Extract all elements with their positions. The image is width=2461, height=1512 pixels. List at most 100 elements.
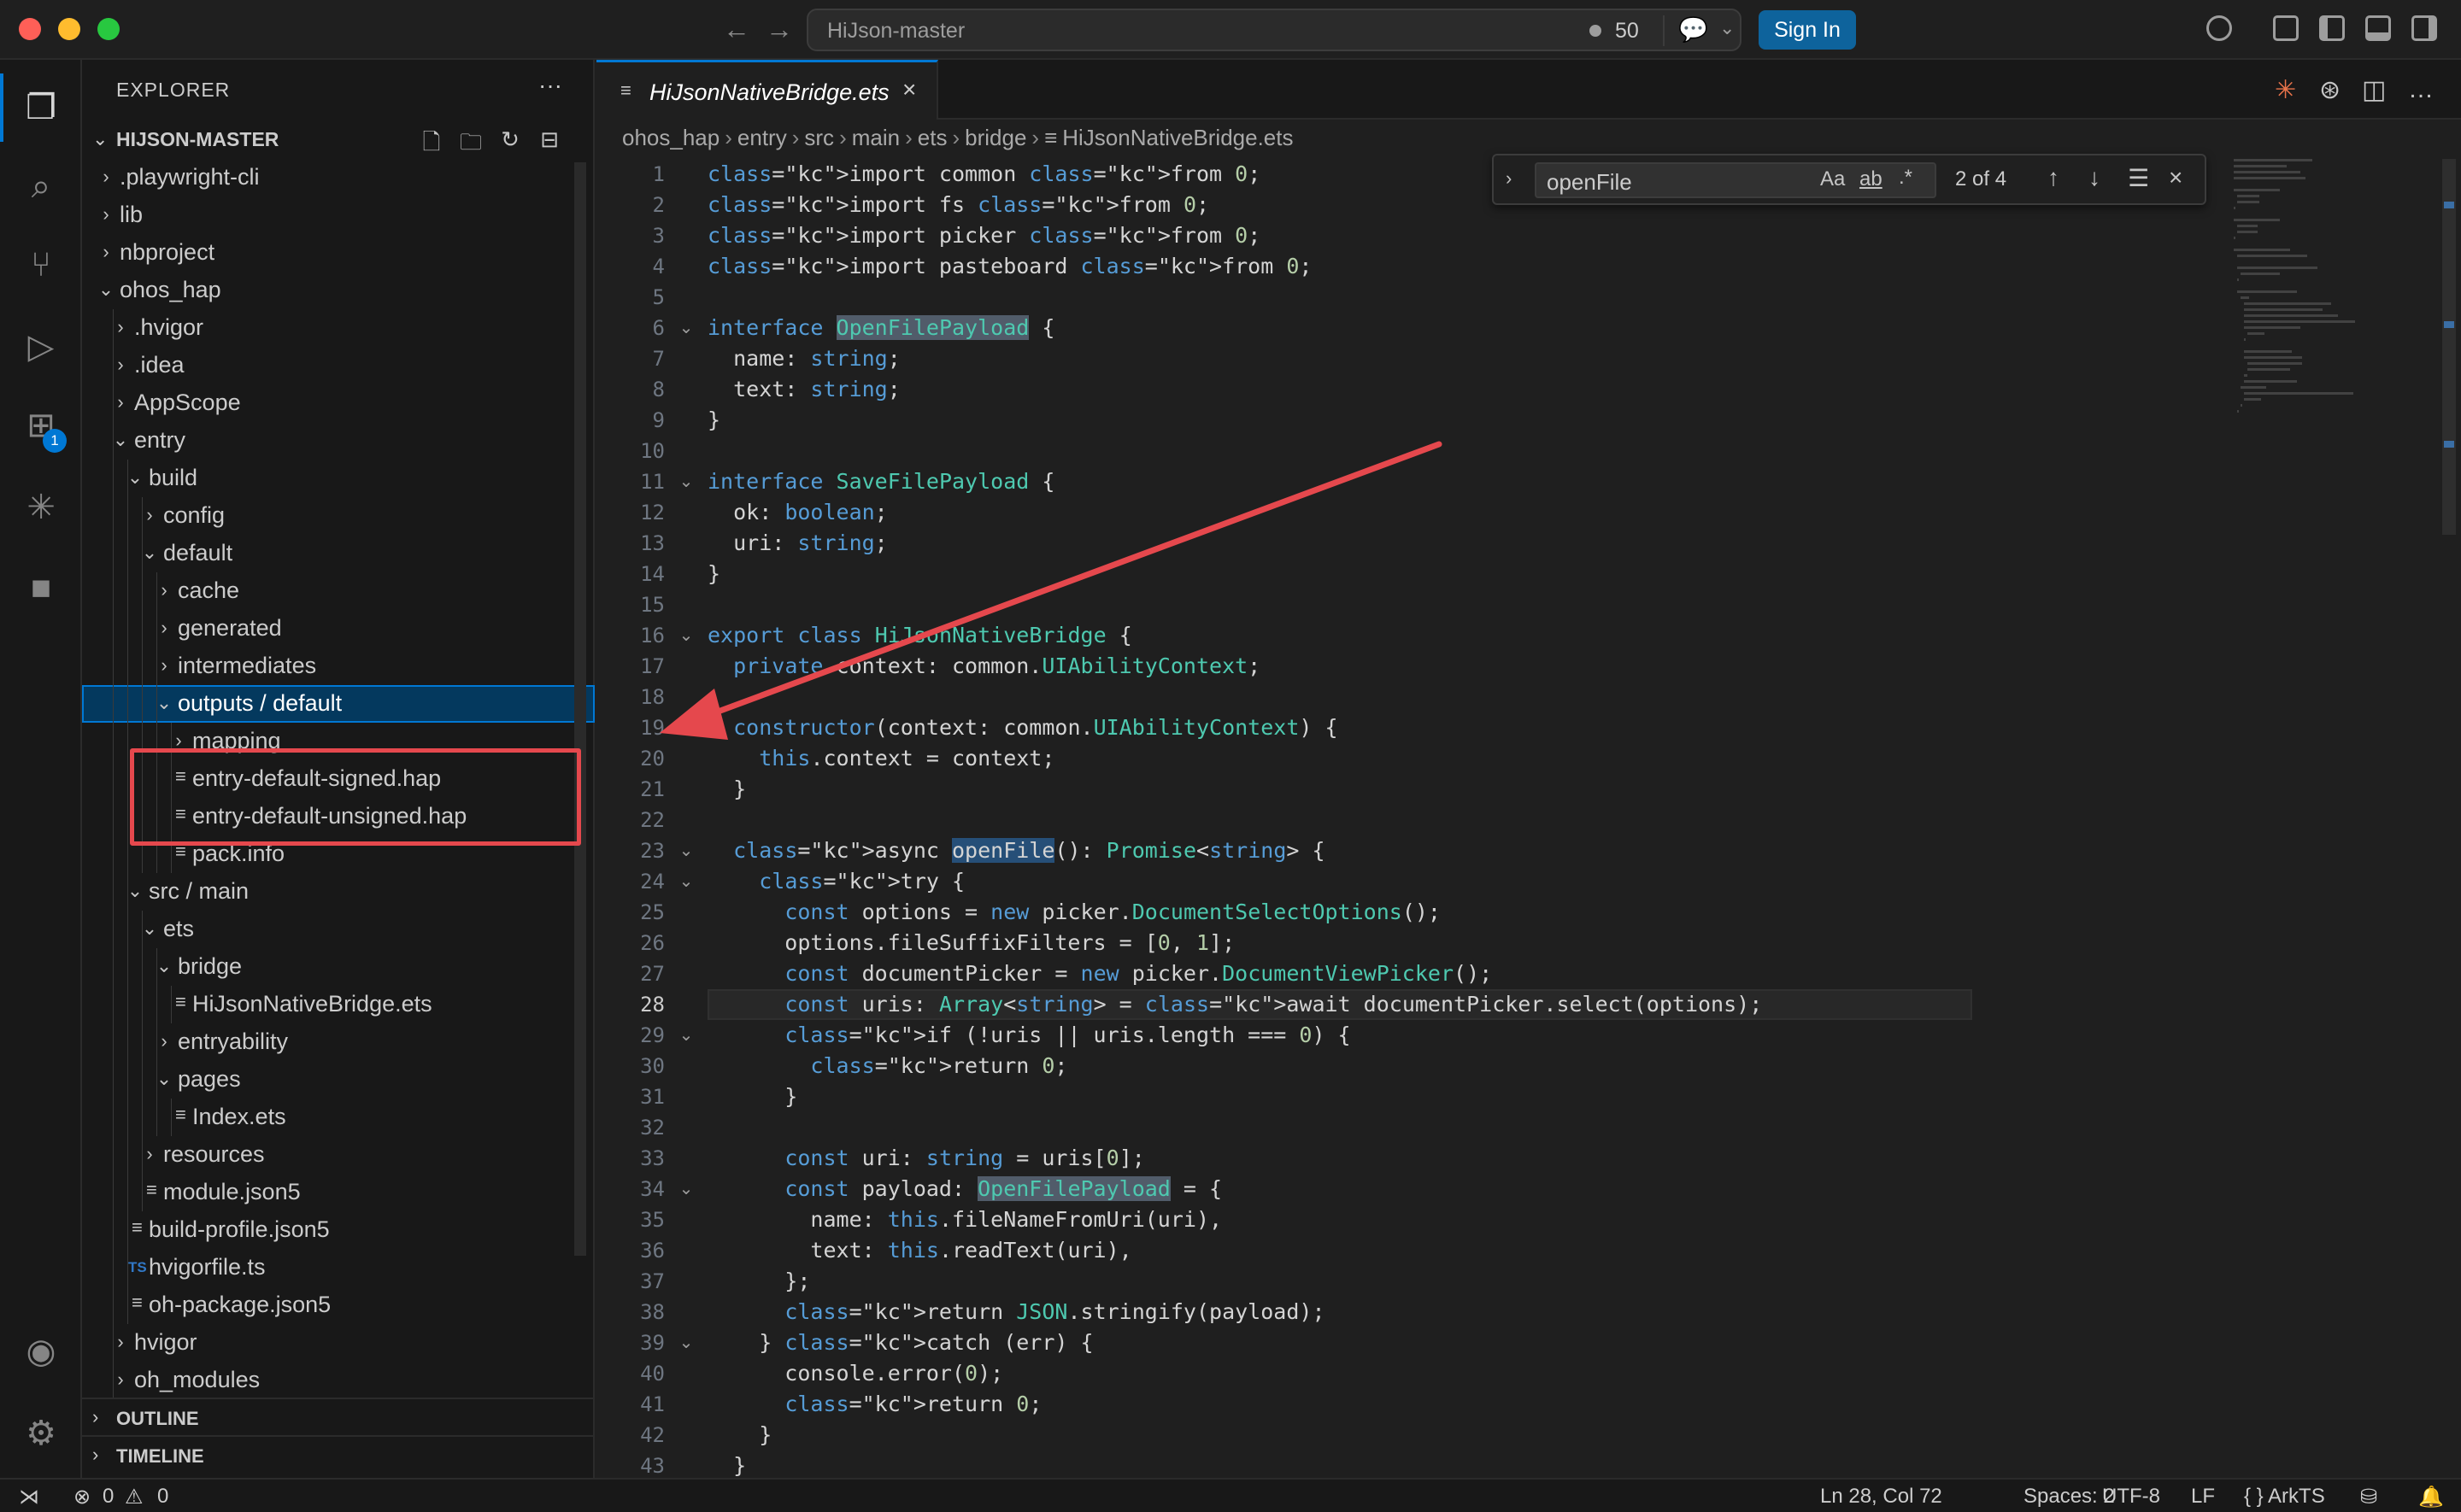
tree-folder[interactable]: ⌄ ets	[82, 911, 595, 948]
encoding[interactable]: UTF-8	[2102, 1485, 2160, 1509]
notifications-icon[interactable]: 🔔	[2418, 1485, 2444, 1509]
code-line[interactable]	[708, 282, 1972, 313]
code-line[interactable]	[708, 436, 1972, 466]
chat-icon[interactable]: 💬	[1678, 15, 1708, 44]
close-window-button[interactable]	[19, 18, 41, 40]
code-line[interactable]: class="kc">return 0;	[708, 1389, 1972, 1420]
tree-folder[interactable]: › .hvigor	[82, 309, 595, 347]
code-line[interactable]: };	[708, 1266, 1972, 1297]
code-line[interactable]: class="kc">return 0;	[708, 1051, 1972, 1081]
find-input[interactable]: openFile Aa ab .*	[1535, 162, 1936, 198]
toggle-secondary-sidebar-icon[interactable]	[2411, 15, 2437, 41]
error-icon[interactable]: ⊗	[73, 1485, 91, 1509]
editor-scrollbar[interactable]	[2442, 159, 2456, 535]
more-actions-icon[interactable]: …	[2408, 75, 2434, 104]
tree-folder[interactable]: › cache	[82, 572, 595, 610]
tree-folder[interactable]: ⌄ ohos_hap	[82, 272, 595, 309]
explorer-icon[interactable]: ❐	[21, 87, 62, 128]
tree-folder[interactable]: ⌄ src / main	[82, 873, 595, 911]
claude-icon[interactable]: ✳	[21, 487, 62, 528]
toggle-primary-sidebar-icon[interactable]	[2319, 15, 2345, 41]
match-whole-word-icon[interactable]: ab	[1859, 167, 1882, 191]
code-line[interactable]: this.context = context;	[708, 743, 1972, 774]
code-content[interactable]: class="kc">import common class="kc">from…	[708, 159, 1972, 1481]
code-line[interactable]: class="kc">import pasteboard class="kc">…	[708, 251, 1972, 282]
code-line[interactable]: }	[708, 1081, 1972, 1112]
indentation[interactable]: Spaces: 2	[2023, 1485, 2115, 1509]
forward-arrow-icon[interactable]: →	[766, 12, 793, 46]
breadcrumb-item[interactable]: entry	[737, 125, 787, 150]
breadcrumb-item[interactable]: HiJsonNativeBridge.ets	[1062, 125, 1293, 150]
code-line[interactable]	[708, 589, 1972, 620]
code-line[interactable]: name: this.fileNameFromUri(uri),	[708, 1204, 1972, 1235]
customize-layout-icon[interactable]	[2273, 15, 2299, 41]
tree-folder[interactable]: › config	[82, 497, 595, 535]
claude-icon[interactable]: ✳	[2275, 75, 2296, 105]
code-line[interactable]: const documentPicker = new picker.Docume…	[708, 958, 1972, 989]
tree-file[interactable]: ≡ module.json5	[82, 1174, 595, 1211]
find-in-selection-icon[interactable]: ☰	[2128, 164, 2149, 192]
code-line[interactable]: export class HiJsonNativeBridge {	[708, 620, 1972, 651]
collapse-all-icon[interactable]: ⊟	[537, 126, 562, 152]
tab-hijsonnativebridge[interactable]: ≡ HiJsonNativeBridge.ets ×	[596, 60, 938, 120]
tree-folder[interactable]: › nbproject	[82, 234, 595, 272]
code-line[interactable]: text: string;	[708, 374, 1972, 405]
code-line[interactable]: options.fileSuffixFilters = [0, 1];	[708, 928, 1972, 958]
tree-folder[interactable]: ⌄ pages	[82, 1061, 595, 1099]
code-line[interactable]: private context: common.UIAbilityContext…	[708, 651, 1972, 682]
workspace-root[interactable]: ⌄ HIJSON-MASTER 🗋 🗀 ↻ ⊟	[82, 121, 595, 159]
end-of-line[interactable]: LF	[2191, 1485, 2215, 1509]
toggle-panel-icon[interactable]	[2365, 15, 2391, 41]
run-debug-icon[interactable]: ▷	[21, 326, 62, 367]
timeline-section[interactable]: › TIMELINE	[82, 1435, 595, 1473]
next-match-icon[interactable]: ↓	[2088, 164, 2100, 191]
toggle-replace-icon[interactable]: ›	[1506, 167, 1512, 190]
tree-folder[interactable]: › intermediates	[82, 648, 595, 685]
fold-chevron-icon[interactable]: ⌄	[673, 835, 699, 866]
code-line[interactable]: const options = new picker.DocumentSelec…	[708, 897, 1972, 928]
breadcrumb-item[interactable]: bridge	[965, 125, 1026, 150]
tree-folder[interactable]: ⌄ entry	[82, 422, 595, 460]
settings-icon[interactable]: ⚙	[21, 1413, 62, 1454]
code-line[interactable]: interface OpenFilePayload {	[708, 313, 1972, 343]
minimize-window-button[interactable]	[58, 18, 80, 40]
tree-file[interactable]: ≡ build-profile.json5	[82, 1211, 595, 1249]
refresh-icon[interactable]: ↻	[497, 126, 523, 152]
code-line[interactable]: class="kc">import picker class="kc">from…	[708, 220, 1972, 251]
tree-file[interactable]: ≡ oh-package.json5	[82, 1286, 595, 1324]
tree-file[interactable]: ≡ Index.ets	[82, 1099, 595, 1136]
sidebar-scrollbar[interactable]	[574, 162, 586, 1256]
code-line[interactable]	[708, 1112, 1972, 1143]
copilot-status-icon[interactable]: ⛁	[2360, 1485, 2377, 1509]
code-line[interactable]: }	[708, 559, 1972, 589]
fold-chevron-icon[interactable]: ⌄	[673, 466, 699, 497]
code-line[interactable]: }	[708, 1420, 1972, 1450]
code-line[interactable]: constructor(context: common.UIAbilityCon…	[708, 712, 1972, 743]
code-line[interactable]: ok: boolean;	[708, 497, 1972, 528]
tree-folder[interactable]: › .playwright-cli	[82, 159, 595, 196]
code-line[interactable]: class="kc">try {	[708, 866, 1972, 897]
copilot-icon[interactable]	[2206, 15, 2232, 41]
split-editor-icon[interactable]: ◫	[2362, 75, 2386, 105]
fold-chevron-icon[interactable]: ⌄	[673, 1020, 699, 1051]
tree-file[interactable]: TS hvigorfile.ts	[82, 1249, 595, 1286]
more-actions-icon[interactable]: ···	[538, 72, 562, 99]
warning-icon[interactable]: ⚠	[125, 1485, 144, 1509]
match-case-icon[interactable]: Aa	[1820, 167, 1845, 191]
language-mode[interactable]: { } ArkTS	[2244, 1485, 2325, 1509]
error-count[interactable]: 0	[103, 1485, 114, 1509]
tree-folder[interactable]: › resources	[82, 1136, 595, 1174]
new-folder-icon[interactable]: 🗀	[458, 126, 484, 155]
tree-folder[interactable]: › lib	[82, 196, 595, 234]
code-line[interactable]: const uris: Array<string> = class="kc">a…	[708, 989, 1972, 1020]
tree-folder[interactable]: › oh_modules	[82, 1362, 595, 1399]
fold-chevron-icon[interactable]: ⌄	[673, 866, 699, 897]
breadcrumb-item[interactable]: ets	[918, 125, 948, 150]
code-line[interactable]: const uri: string = uris[0];	[708, 1143, 1972, 1174]
cursor-position[interactable]: Ln 28, Col 72	[1820, 1485, 1942, 1509]
breadcrumb-item[interactable]: src	[804, 125, 834, 150]
tree-folder[interactable]: › hvigor	[82, 1324, 595, 1362]
account-icon[interactable]: ◉	[21, 1331, 62, 1372]
back-arrow-icon[interactable]: ←	[723, 12, 750, 46]
code-line[interactable]: uri: string;	[708, 528, 1972, 559]
